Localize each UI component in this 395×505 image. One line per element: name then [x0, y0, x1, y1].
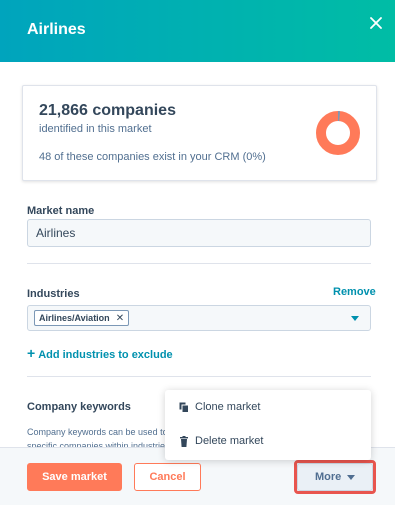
close-icon[interactable]	[366, 13, 386, 33]
remove-tag-icon[interactable]: ✕	[116, 312, 124, 326]
market-name-label: Market name	[27, 205, 95, 217]
company-count: 21,866 companies	[39, 102, 176, 119]
industries-select[interactable]: Airlines/Aviation ✕	[27, 305, 371, 331]
add-exclude-label: Add industries to exclude	[38, 349, 173, 361]
industries-label: Industries	[27, 288, 80, 300]
industry-tag: Airlines/Aviation ✕	[34, 310, 130, 326]
divider	[27, 263, 371, 264]
panel-title: Airlines	[27, 21, 86, 38]
clone-market-label: Clone market	[195, 401, 261, 413]
market-panel: Airlines 21,866 companies identified in …	[0, 0, 395, 505]
caret-down-icon	[347, 475, 355, 480]
add-industries-to-exclude-link[interactable]: + Add industries to exclude	[27, 345, 173, 361]
panel-header: Airlines	[0, 0, 395, 62]
industry-tag-label: Airlines/Aviation	[39, 313, 110, 323]
delete-market-menu-item[interactable]: Delete market	[165, 424, 371, 458]
trash-icon	[180, 436, 188, 447]
copy-icon	[179, 402, 189, 413]
more-button[interactable]: More	[297, 463, 373, 491]
divider	[27, 376, 371, 377]
donut-ring	[316, 111, 360, 155]
save-market-button[interactable]: Save market	[27, 463, 122, 491]
remove-industries-link[interactable]: Remove	[333, 286, 376, 298]
market-stats-card: 21,866 companies identified in this mark…	[22, 85, 377, 181]
plus-icon: +	[27, 345, 36, 361]
crm-donut-chart	[316, 111, 360, 155]
company-keywords-label: Company keywords	[27, 401, 131, 413]
company-count-subtitle: identified in this market	[39, 123, 152, 135]
delete-market-label: Delete market	[195, 435, 264, 447]
market-name-input[interactable]: Airlines	[27, 219, 371, 247]
keywords-description-line: Company keywords can be used to	[27, 427, 167, 437]
chevron-down-icon	[351, 316, 359, 321]
more-button-label: More	[315, 471, 342, 483]
crm-count-text: 48 of these companies exist in your CRM …	[39, 151, 266, 163]
clone-market-menu-item[interactable]: Clone market	[165, 390, 371, 424]
more-actions-menu: Clone market Delete market	[165, 390, 371, 460]
cancel-button[interactable]: Cancel	[134, 463, 201, 491]
